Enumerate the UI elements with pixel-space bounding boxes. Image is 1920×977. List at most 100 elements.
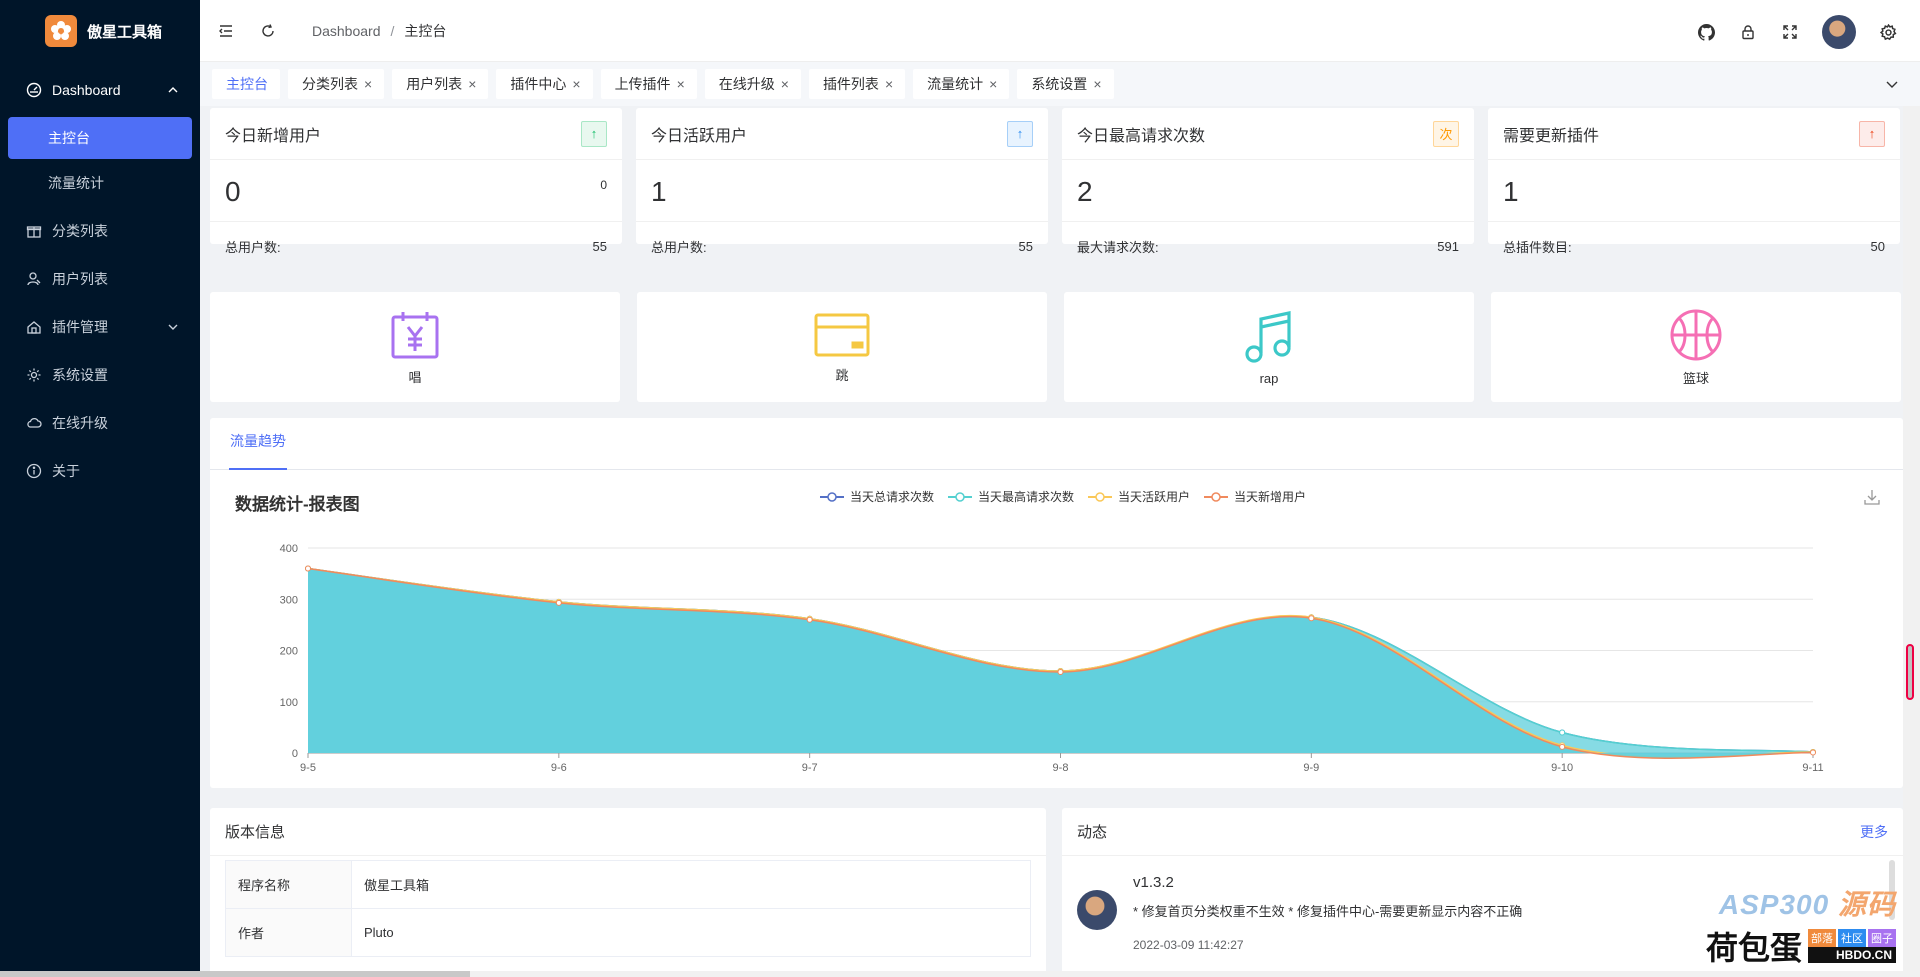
stat-value: 2 — [1077, 176, 1093, 207]
legend-label: 当天新增用户 — [1234, 490, 1307, 504]
close-icon[interactable]: × — [468, 76, 476, 92]
sidebar-item-settings[interactable]: 系统设置 — [0, 351, 200, 399]
watermark-url: HBDO.CN — [1808, 947, 1896, 963]
version-table: 程序名称 傲星工具箱 作者 Pluto — [225, 860, 1031, 957]
legend-marker-icon — [1204, 491, 1229, 502]
tab-home[interactable]: 主控台 — [212, 69, 280, 99]
stat-foot-value: 50 — [1870, 238, 1885, 254]
sidebar-item-label: 关于 — [52, 463, 80, 479]
stat-card: 今日最高请求次数 次 2 最大请求次数: 591 — [1062, 108, 1474, 255]
legend-item[interactable]: 当天总请求次数 — [820, 488, 934, 505]
stat-foot-value: 55 — [592, 238, 607, 254]
legend-marker-icon — [1088, 491, 1113, 502]
chart-legend: 当天总请求次数 当天最高请求次数 当天活跃用户 当天新增用户 — [820, 488, 1306, 505]
shortcut-label: 跳 — [835, 367, 849, 383]
y-tick-label: 100 — [280, 697, 298, 709]
stat-foot-label: 最大请求次数: — [1077, 239, 1159, 255]
tab-users[interactable]: 用户列表 × — [392, 69, 489, 99]
tab-label: 在线升级 — [718, 76, 775, 92]
legend-label: 当天最高请求次数 — [978, 490, 1075, 504]
close-icon[interactable]: × — [364, 76, 372, 92]
shortcut-label: 唱 — [408, 369, 422, 385]
lock-icon[interactable] — [1738, 22, 1758, 42]
tab-plugin-center[interactable]: 插件中心 × — [496, 69, 593, 99]
gear-icon — [26, 367, 42, 383]
data-point — [1057, 669, 1064, 676]
tab-categories[interactable]: 分类列表 × — [288, 69, 385, 99]
tab-settings[interactable]: 系统设置 × — [1017, 69, 1114, 99]
stat-value: 1 — [651, 176, 667, 207]
data-point — [1559, 743, 1566, 750]
legend-item[interactable]: 当天新增用户 — [1204, 488, 1306, 505]
card-icon — [814, 313, 870, 356]
page-scrollbar[interactable] — [1903, 106, 1920, 977]
stat-title: 今日活跃用户 — [651, 127, 748, 145]
area-chart: 0 100 200 300 400 9-5 9-6 9-7 9-8 9-9 9-10 9-11 — [280, 543, 1824, 774]
fullscreen-icon[interactable] — [1780, 22, 1800, 42]
app-name: 傲星工具箱 — [87, 23, 163, 41]
legend-item[interactable]: 当天最高请求次数 — [948, 488, 1074, 505]
tab-label: 插件列表 — [822, 76, 879, 92]
close-icon[interactable]: × — [885, 76, 893, 92]
stat-foot-value: 55 — [1018, 238, 1033, 254]
sidebar-item-users[interactable]: 用户列表 — [0, 255, 200, 303]
more-link[interactable]: 更多 — [1860, 822, 1888, 842]
sidebar-item-traffic[interactable]: 流量统计 — [8, 162, 192, 204]
scrollbar-thumb[interactable] — [1906, 644, 1914, 700]
close-icon[interactable]: × — [989, 76, 997, 92]
tab-label: 插件中心 — [510, 76, 567, 92]
close-icon[interactable]: × — [572, 76, 580, 92]
shortcut-rap[interactable]: rap — [1064, 292, 1474, 402]
shortcut-sing[interactable]: 唱 — [210, 292, 620, 402]
menu-fold-icon[interactable] — [216, 21, 236, 41]
stat-title: 需要更新插件 — [1503, 127, 1600, 145]
app-logo[interactable]: 傲星工具箱 — [0, 0, 200, 62]
news-description: * 修复首页分类权重不生效 * 修复插件中心-需要更新显示内容不正确 — [1133, 904, 1523, 919]
tab-upload-plugin[interactable]: 上传插件 × — [600, 69, 697, 99]
x-tick-label: 9-11 — [1802, 762, 1823, 774]
arrow-up-icon: ↑ — [1007, 120, 1033, 147]
sidebar-item-about[interactable]: 关于 — [0, 447, 200, 495]
version-info-card: 版本信息 程序名称 傲星工具箱 作者 Pluto — [210, 808, 1046, 977]
stat-card: 需要更新插件 ↑ 1 总插件数目: 50 — [1488, 108, 1900, 255]
chevron-down-icon[interactable] — [1884, 76, 1900, 92]
download-icon[interactable] — [1863, 488, 1881, 506]
tab-traffic[interactable]: 流量统计 × — [913, 69, 1010, 99]
shortcut-basketball[interactable]: 篮球 — [1491, 292, 1901, 402]
tab-traffic-trend[interactable]: 流量趋势 — [229, 418, 287, 470]
music-icon — [1245, 310, 1291, 363]
shortcut-label: rap — [1259, 370, 1279, 386]
stat-title: 今日最高请求次数 — [1077, 127, 1206, 145]
panel-title: 版本信息 — [225, 824, 286, 841]
sidebar-item-dashboard[interactable]: Dashboard — [0, 66, 200, 114]
stat-card: 今日活跃用户 ↑ 1 总用户数: 55 — [636, 108, 1048, 255]
stat-foot-label: 总插件数目: — [1503, 239, 1572, 255]
scrollbar-thumb[interactable] — [0, 971, 470, 977]
watermark-cn: 荷包蛋 — [1705, 930, 1802, 966]
github-icon[interactable] — [1696, 22, 1716, 42]
close-icon[interactable]: × — [781, 76, 789, 92]
y-tick-label: 0 — [292, 748, 298, 760]
breadcrumb: Dashboard / 主控台 — [312, 21, 446, 41]
user-avatar[interactable] — [1822, 15, 1856, 49]
cloud-icon — [26, 415, 42, 431]
panel-title: 动态 — [1077, 824, 1108, 841]
breadcrumb-dashboard[interactable]: Dashboard — [312, 23, 381, 39]
close-icon[interactable]: × — [677, 76, 685, 92]
sidebar-item-label: 流量统计 — [48, 175, 104, 191]
chevron-up-icon — [168, 87, 178, 93]
data-point — [1810, 749, 1816, 756]
data-point — [806, 616, 813, 623]
shortcut-dance[interactable]: 跳 — [637, 292, 1047, 402]
sidebar-item-plugins[interactable]: 插件管理 — [0, 303, 200, 351]
tab-plugin-list[interactable]: 插件列表 × — [808, 69, 906, 99]
sidebar-item-upgrade[interactable]: 在线升级 — [0, 399, 200, 447]
horizontal-scrollbar[interactable] — [0, 971, 1920, 977]
sidebar-item-categories[interactable]: 分类列表 — [0, 207, 200, 255]
close-icon[interactable]: × — [1093, 76, 1101, 92]
refresh-icon[interactable] — [258, 21, 278, 41]
sidebar-item-home[interactable]: 主控台 — [8, 117, 192, 159]
legend-item[interactable]: 当天活跃用户 — [1088, 488, 1190, 505]
gear-icon[interactable] — [1878, 22, 1898, 42]
tab-upgrade[interactable]: 在线升级 × — [704, 69, 801, 99]
